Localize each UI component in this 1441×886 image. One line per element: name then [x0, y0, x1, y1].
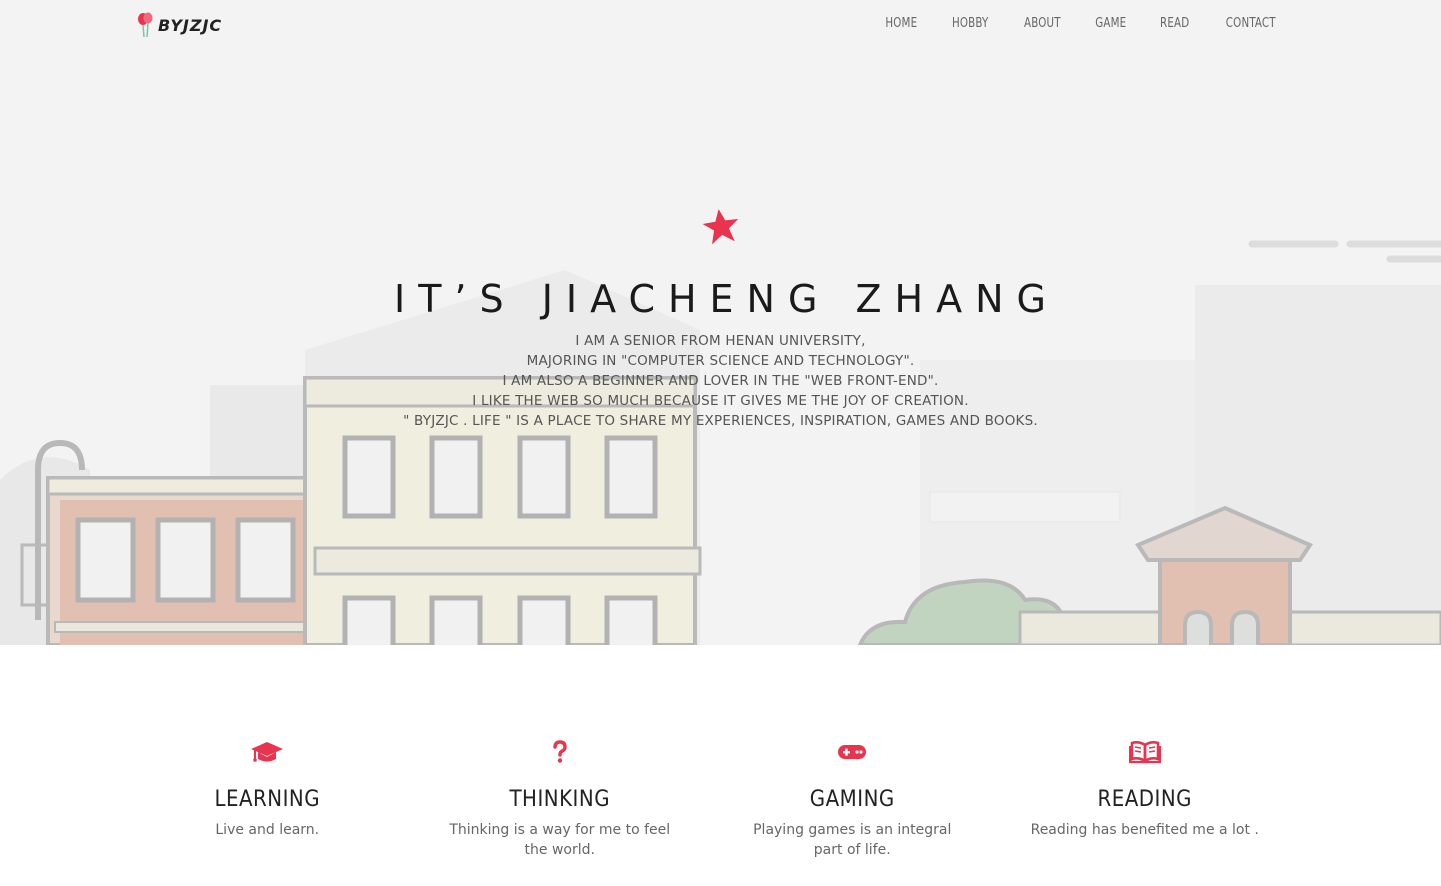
features-section: LEARNING Live and learn. THINKING Thinki… [121, 735, 1291, 860]
nav-item-hobby[interactable]: HOBBY [952, 16, 989, 31]
feature-thinking: THINKING Thinking is a way for me to fee… [414, 735, 707, 860]
hero-line: I LIKE THE WEB SO MUCH BECAUSE IT GIVES … [472, 393, 969, 409]
nav-item-read[interactable]: READ [1160, 16, 1189, 31]
feature-description: Reading has benefited me a lot . [1030, 822, 1259, 838]
nav-item-about[interactable]: ABOUT [1024, 16, 1061, 31]
hero-section: IT’S JIACHENG ZHANG I AM A SENIOR FROM H… [0, 0, 1441, 645]
feature-gaming: GAMING Playing games is an integral part… [706, 735, 999, 860]
hero-line: " BYJZJC . LIFE " IS A PLACE TO SHARE MY… [403, 413, 1038, 429]
star-icon [702, 209, 738, 245]
hero-line: MAJORING IN "COMPUTER SCIENCE AND TECHNO… [526, 353, 915, 369]
hero-intro: I AM A SENIOR FROM HENAN UNIVERSITY, MAJ… [0, 331, 1441, 431]
gamepad-icon [706, 735, 999, 769]
hero-line: I AM A SENIOR FROM HENAN UNIVERSITY, [575, 333, 866, 349]
feature-title: GAMING [809, 787, 895, 812]
site-logo[interactable]: BYJZJC [136, 12, 222, 38]
feature-learning: LEARNING Live and learn. [121, 735, 414, 860]
nav-item-home[interactable]: HOME [885, 16, 917, 31]
feature-description: Live and learn. [215, 822, 320, 838]
nav-item-contact[interactable]: CONTACT [1226, 16, 1276, 31]
feature-description: Playing games is an integral part of lif… [753, 822, 952, 858]
feature-description: Thinking is a way for me to feel the wor… [449, 822, 671, 858]
balloon-logo-icon [138, 12, 153, 38]
nav-item-game[interactable]: GAME [1095, 16, 1126, 31]
open-book-icon [999, 735, 1292, 769]
question-mark-icon [414, 735, 707, 769]
feature-title: LEARNING [214, 787, 321, 812]
navbar: BYJZJC HOME HOBBY ABOUT GAME READ CONTAC… [0, 0, 1441, 50]
hero-title: IT’S JIACHENG ZHANG [394, 277, 1059, 321]
hero-content: IT’S JIACHENG ZHANG I AM A SENIOR FROM H… [0, 205, 1441, 431]
graduation-cap-icon [121, 735, 414, 769]
hero-line: I AM ALSO A BEGINNER AND LOVER IN THE "W… [502, 373, 939, 389]
feature-title: READING [1097, 787, 1192, 812]
logo-text: BYJZJC [158, 15, 223, 35]
main-nav: HOME HOBBY ABOUT GAME READ CONTACT [851, 16, 1276, 31]
feature-title: THINKING [509, 787, 611, 812]
feature-reading: READING Reading has benefited me a lot . [999, 735, 1292, 860]
